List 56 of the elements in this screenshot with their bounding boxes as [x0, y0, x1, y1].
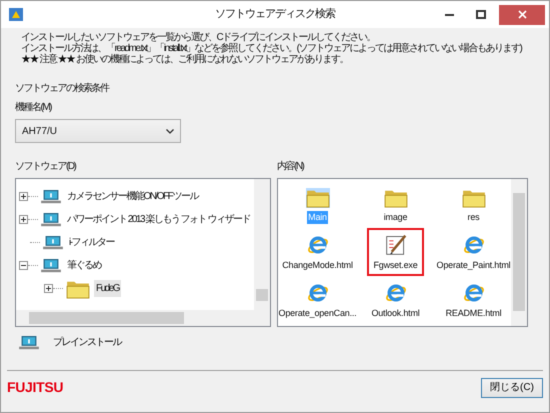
minus-icon — [20, 262, 27, 269]
contents-list[interactable]: Main image res ChangeMode.html Fgwset.exe Operate_Paint.html Operate_openCan... Outlook.html README.html — [277, 178, 528, 327]
folder-icon — [306, 188, 330, 208]
plus-icon — [20, 216, 27, 223]
browser-e-icon — [306, 234, 328, 256]
tree-item[interactable]: i-フィルター — [67, 234, 116, 251]
search-conditions-heading: ソフトウェアの検索条件 — [15, 82, 110, 96]
window-title: ソフトウェアディスク検索 — [214, 6, 336, 22]
browser-e-icon — [462, 282, 484, 304]
file-name[interactable]: Operate_openCan... — [278, 306, 358, 320]
instruction-text: ★★ 注意 ★★ お使いの機種によっては、ご利用になれないソフトウェアがあります。 — [21, 54, 348, 65]
folder-icon — [462, 188, 486, 208]
vertical-scrollbar[interactable] — [511, 179, 527, 326]
plus-icon — [20, 193, 27, 200]
laptop-icon — [43, 236, 63, 250]
maximize-icon — [476, 10, 486, 19]
collapse-toggle[interactable] — [19, 261, 28, 270]
fujitsu-logo: FUJITSU — [7, 378, 64, 397]
browser-e-icon — [384, 282, 406, 304]
tree-item[interactable]: パワーポイント 2013 楽しもう フォト ウィザード — [65, 211, 252, 228]
model-value: AH77/U — [22, 124, 58, 138]
laptop-icon — [41, 258, 61, 272]
tree-item[interactable]: FudeG — [94, 280, 122, 297]
close-window-button[interactable] — [499, 4, 545, 24]
instruction-text: インストールしたいソフトウェアを一覧から選び、Cドライブにインストールしてください。 — [21, 32, 376, 43]
laptop-icon — [41, 212, 61, 226]
file-name[interactable]: Fgwset.exe — [372, 258, 419, 272]
software-tree[interactable]: カメラセンサー機能ON/OFFツール パワーポイント 2013 楽しもう フォト ウィザード i-フィルター 筆ぐるめ FudeG — [15, 178, 271, 327]
tree-item[interactable]: 筆ぐるめ — [65, 257, 103, 274]
file-name[interactable]: Operate_Paint.html — [436, 258, 512, 272]
expand-toggle[interactable] — [19, 192, 28, 201]
expand-toggle[interactable] — [19, 215, 28, 224]
horizontal-scrollbar[interactable] — [16, 310, 254, 326]
model-dropdown[interactable]: AH77/U — [15, 119, 181, 143]
plus-icon — [45, 285, 52, 292]
contents-label: 内容(N) — [277, 160, 305, 174]
expand-toggle[interactable] — [44, 284, 53, 293]
software-label: ソフトウェア(D) — [15, 160, 77, 174]
folder-icon — [66, 278, 90, 298]
laptop-icon — [41, 190, 61, 204]
file-name[interactable]: ChangeMode.html — [281, 258, 354, 272]
pen-paper-icon — [384, 234, 406, 256]
laptop-icon — [19, 336, 39, 350]
file-name[interactable]: image — [382, 210, 408, 224]
browser-e-icon — [462, 234, 484, 256]
minimize-icon — [444, 14, 454, 16]
app-icon — [9, 8, 23, 21]
tree-item[interactable]: カメラセンサー機能ON/OFFツール — [65, 188, 200, 205]
instruction-text: インストール方法は、「readme.txt」「install.txt」などを参照してください。(ソフトウェアによっては用意されていない場合もあります) — [21, 43, 522, 54]
browser-e-icon — [306, 282, 328, 304]
model-label: 機種名(M) — [15, 100, 52, 115]
close-button[interactable]: 閉じる(C) — [481, 378, 543, 398]
preinstall-button[interactable]: プレインストール — [19, 335, 121, 350]
close-icon — [518, 10, 526, 19]
folder-icon — [384, 188, 408, 208]
vertical-scrollbar[interactable] — [254, 179, 270, 326]
